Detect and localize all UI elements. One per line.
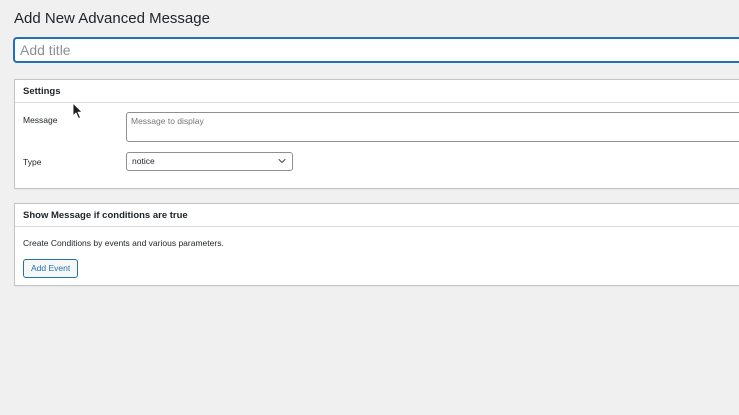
conditions-panel-header: Show Message if conditions are true <box>15 204 739 227</box>
add-event-button[interactable]: Add Event <box>23 259 79 278</box>
message-label: Message <box>23 115 58 125</box>
type-label: Type <box>23 157 42 167</box>
page-title: Add New Advanced Message <box>14 10 210 27</box>
settings-panel: Settings Message Type notice <box>14 79 739 189</box>
conditions-panel: Show Message if conditions are true Crea… <box>14 203 739 286</box>
settings-heading: Settings <box>23 86 61 97</box>
chevron-down-icon <box>278 158 286 164</box>
page: Add New Advanced Message Settings Messag… <box>0 0 739 415</box>
type-select[interactable]: notice <box>126 152 293 171</box>
conditions-heading: Show Message if conditions are true <box>23 210 188 221</box>
message-textarea[interactable] <box>126 112 739 142</box>
type-select-value: notice <box>132 156 155 166</box>
title-input[interactable] <box>14 38 739 62</box>
conditions-description: Create Conditions by events and various … <box>23 238 224 248</box>
settings-panel-header: Settings <box>15 80 739 103</box>
